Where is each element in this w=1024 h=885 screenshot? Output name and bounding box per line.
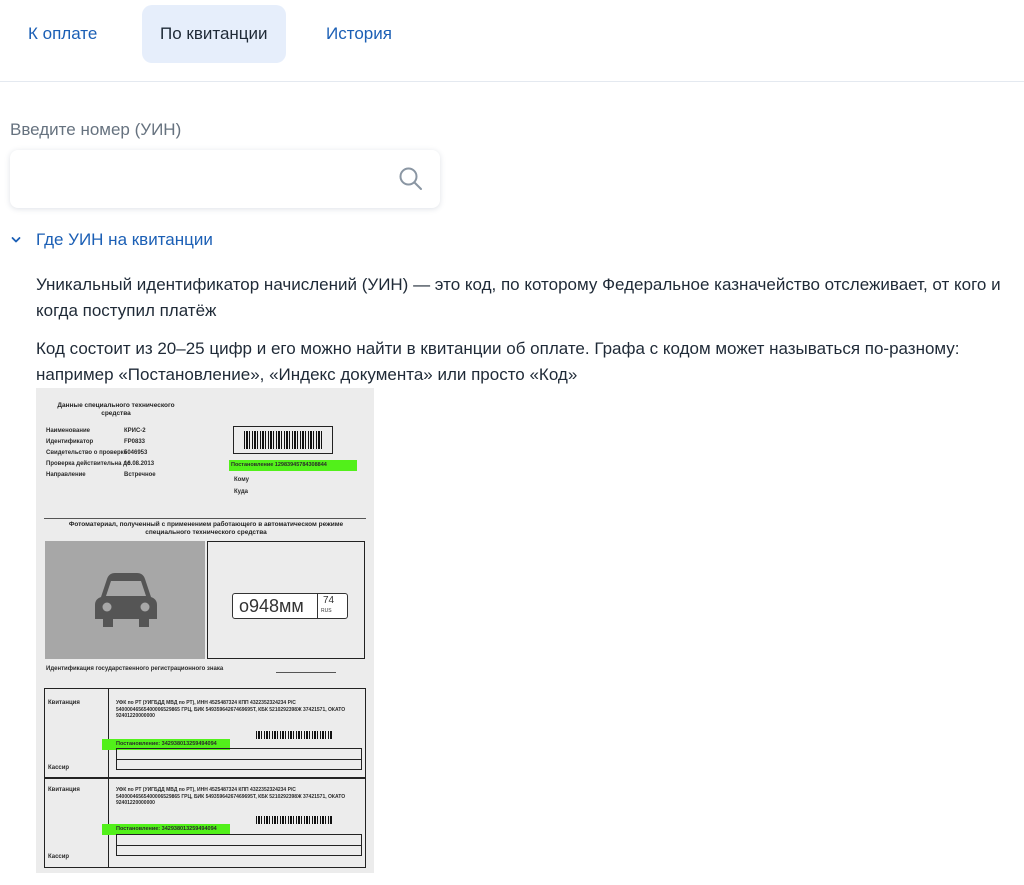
- barcode-image: [244, 431, 324, 449]
- stub-barcode: [256, 816, 332, 824]
- uin-search-box: [10, 150, 440, 208]
- plate-region: 74: [323, 595, 335, 606]
- where-uin-label: Где УИН на квитанции: [36, 230, 213, 249]
- divider: [44, 518, 366, 519]
- tab-by-receipt[interactable]: По квитанции: [142, 5, 286, 63]
- komu-label: Кому: [234, 477, 249, 483]
- tab-history[interactable]: История: [308, 5, 410, 63]
- stub-table-line: [116, 845, 362, 846]
- receipt-row-label: Проверка действительна до: [46, 461, 131, 467]
- stub-table-line: [116, 759, 362, 760]
- plate-rus: RUS: [321, 608, 332, 614]
- kuda-label: Куда: [234, 489, 248, 495]
- receipt-row-label: Направление: [46, 472, 86, 478]
- ident-line: [276, 672, 336, 673]
- uin-format-description: Код состоит из 20–25 цифр и его можно на…: [36, 339, 960, 384]
- plate-divider: [317, 594, 318, 618]
- chevron-down-icon: [11, 237, 21, 243]
- receipt-example-image: Данные специального технического средств…: [36, 388, 374, 873]
- ident-title: Идентификация государственного регистрац…: [46, 666, 224, 672]
- postanovlenie-top: Постановление 12983945784308844: [231, 462, 327, 468]
- stub-barcode: [256, 731, 332, 739]
- search-icon[interactable]: [398, 166, 424, 192]
- receipt-row-label: Свидетельство о проверке: [46, 450, 128, 456]
- stub-kvitanciya: Квитанция: [48, 700, 80, 706]
- where-uin-toggle[interactable]: Где УИН на квитанции: [10, 228, 213, 252]
- stub-divider: [108, 778, 109, 868]
- plate-number: о948мм: [239, 596, 304, 616]
- car-icon: [95, 573, 157, 627]
- photo-title: Фотоматериал, полученный с применением р…: [68, 521, 344, 536]
- car-photo-placeholder: [45, 541, 205, 659]
- stub-kvitanciya: Квитанция: [48, 787, 80, 793]
- tab-to-pay[interactable]: К оплате: [10, 5, 115, 63]
- stub-kassir: Кассир: [48, 765, 70, 771]
- uin-description: Уникальный идентификатор начислений (УИН…: [36, 275, 1001, 320]
- receipt-row-value: 5046953: [124, 450, 148, 456]
- receipt-row-label: Идентификатор: [46, 439, 94, 445]
- receipt-tech-title: Данные специального технического средств…: [57, 402, 175, 417]
- receipt-row-value: 16.08.2013: [124, 461, 155, 467]
- receipt-row-value: КРИС-2: [124, 428, 146, 434]
- uin-field-label: Введите номер (УИН): [10, 120, 182, 139]
- tab-bar: К оплате По квитанции История: [0, 0, 1024, 82]
- receipt-row-value: Встречное: [124, 472, 156, 478]
- receipt-row-value: FP0833: [124, 439, 146, 445]
- stub-postanovlenie: Постановление: 34293801325949409­4: [116, 826, 217, 832]
- uin-search-input[interactable]: [10, 150, 390, 208]
- stub-payee: УФК по РТ (УИГБДД МВД по РТ), ИНН 452548…: [116, 787, 346, 806]
- stub-divider: [108, 688, 109, 778]
- stub-kassir: Кассир: [48, 854, 70, 860]
- license-plate: о948мм 74 RUS: [232, 593, 348, 619]
- stub-payee: УФК по РТ (УИГБДД МВД по РТ), ИНН 452548…: [116, 700, 346, 719]
- receipt-row-label: Наименование: [46, 428, 91, 434]
